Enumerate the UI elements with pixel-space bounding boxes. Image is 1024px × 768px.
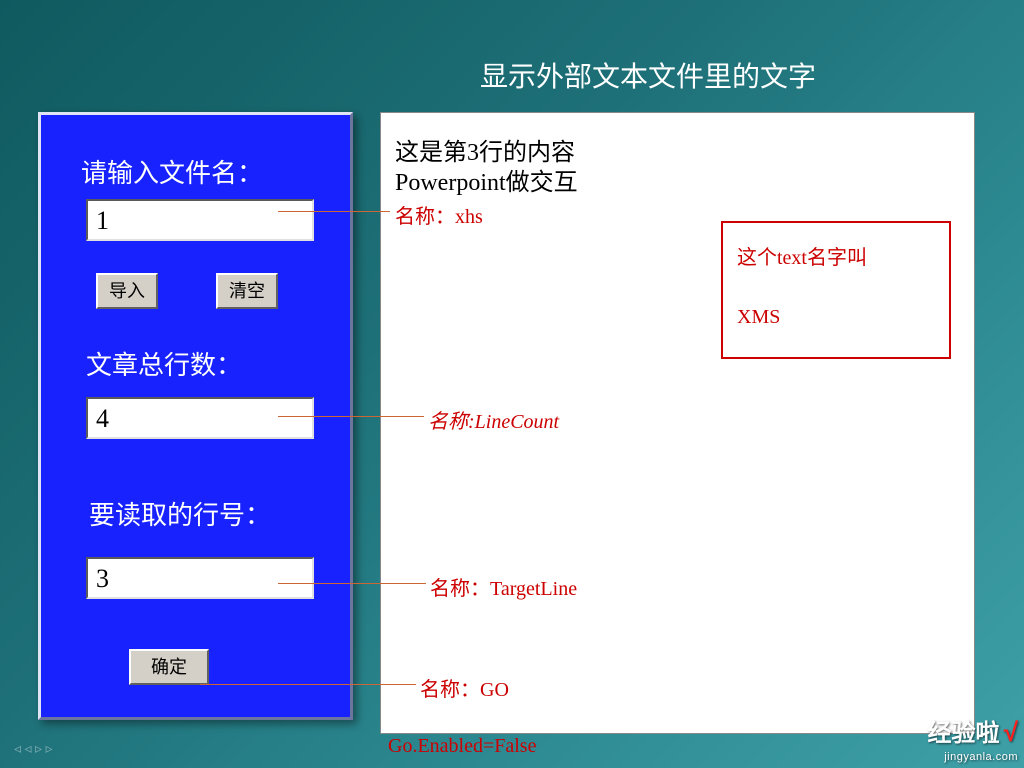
annotation-targetline: 名称：TargetLine — [430, 572, 577, 601]
infobox-line1: 这个text名字叫 — [737, 241, 935, 270]
annotation-linecount: 名称:LineCount — [428, 405, 559, 434]
linecount-input[interactable] — [86, 397, 314, 439]
targetline-input[interactable] — [86, 557, 314, 599]
display-content: 这是第3行的内容 Powerpoint做交互 — [395, 138, 578, 198]
content-line2: Powerpoint做交互 — [395, 170, 578, 196]
watermark-url: jingyanla.com — [944, 751, 1018, 763]
leader-line-linecount — [278, 416, 424, 417]
info-box: 这个text名字叫 XMS — [721, 221, 951, 359]
ok-button[interactable]: 确定 — [129, 649, 209, 685]
check-icon: √ — [1004, 717, 1018, 747]
clear-button[interactable]: 清空 — [216, 273, 278, 309]
watermark: 经验啦 √ jingyanla.com — [928, 718, 1018, 764]
slide-title: 显示外部文本文件里的文字 — [480, 55, 816, 95]
import-button[interactable]: 导入 — [96, 273, 158, 309]
filename-label: 请输入文件名： — [81, 153, 263, 190]
targetline-label: 要读取的行号： — [89, 495, 271, 532]
watermark-brand: 经验啦 — [928, 720, 1000, 747]
infobox-line2: XMS — [737, 306, 935, 329]
annotation-go: 名称：GO — [420, 673, 509, 702]
annotation-go-enabled: Go.Enabled=False — [388, 735, 536, 758]
nav-arrows-icon: ◃ ◃ ▹ ▹ — [14, 741, 53, 758]
linecount-label: 文章总行数： — [86, 345, 242, 382]
filename-input[interactable] — [86, 199, 314, 241]
leader-line-xhs — [278, 211, 390, 212]
content-line1: 这是第3行的内容 — [395, 140, 575, 166]
annotation-xhs: 名称：xhs — [395, 200, 483, 229]
leader-line-targetline — [278, 583, 426, 584]
leader-line-go — [200, 684, 416, 685]
